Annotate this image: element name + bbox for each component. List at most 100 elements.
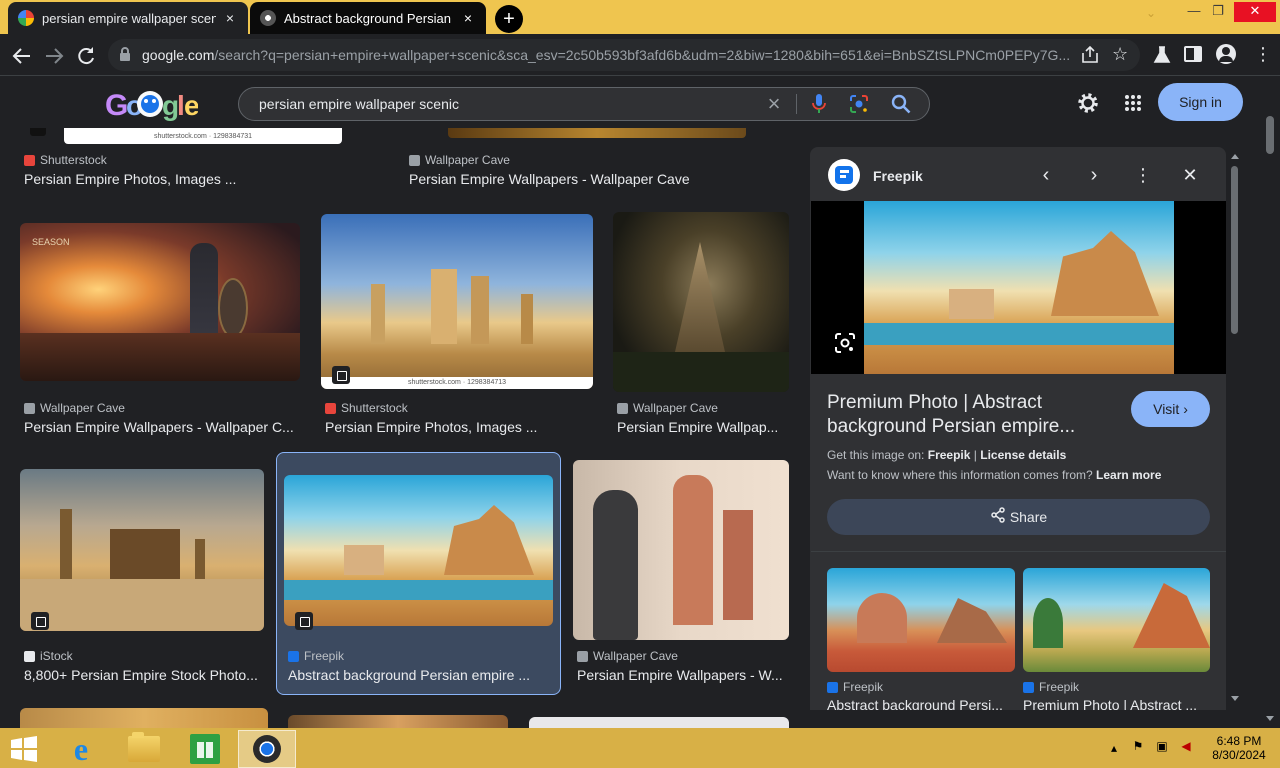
search-magnifier-icon[interactable] (890, 93, 912, 115)
google-doodle-logo[interactable]: G o g l e (104, 86, 200, 122)
tab-active[interactable]: Abstract background Persian empire × (250, 2, 486, 34)
more-options-icon[interactable]: ⋮ (1134, 164, 1152, 186)
globe-favicon-icon (260, 10, 276, 26)
freepik-logo-icon (828, 159, 860, 191)
wallpapercave-favicon-icon (577, 650, 588, 662)
file-explorer-icon[interactable] (128, 732, 160, 762)
result-image-freepik-selected[interactable] (284, 475, 553, 626)
related-title[interactable]: Abstract background Persi... (827, 697, 1017, 710)
lens-camera-icon[interactable] (848, 93, 870, 115)
image-badge-icon (332, 366, 350, 384)
close-panel-icon[interactable]: ✕ (1180, 164, 1200, 186)
shutterstock-favicon-icon (24, 154, 35, 166)
result-title[interactable]: 8,800+ Persian Empire Stock Photo... (24, 667, 268, 683)
panel-divider (811, 551, 1226, 552)
image-credit: shutterstock.com · 1298384713 (321, 377, 593, 389)
settings-gear-icon[interactable] (1076, 91, 1100, 115)
maximize-button[interactable]: ❐ (1200, 2, 1236, 22)
forward-arrow-icon[interactable] (42, 44, 66, 68)
clear-search-icon[interactable]: × (764, 92, 784, 116)
next-chevron-icon[interactable]: › (1084, 164, 1104, 186)
result-source: Shutterstock (24, 153, 107, 167)
get-image-source-link[interactable]: Freepik (928, 448, 971, 462)
wallpapercave-favicon-icon (24, 402, 35, 414)
result-image-row4-2[interactable] (288, 715, 508, 728)
page-scrollbar[interactable] (1262, 112, 1278, 730)
apps-grid-icon[interactable] (1124, 94, 1142, 112)
result-title[interactable]: Persian Empire Wallpapers - Wallpaper C.… (24, 419, 304, 435)
svg-text:e: e (184, 90, 198, 121)
tray-expand-icon[interactable]: ▴ (1108, 741, 1120, 755)
image-badge-icon (31, 612, 49, 630)
google-favicon-icon (18, 10, 34, 26)
result-title[interactable]: Persian Empire Wallpap... (617, 419, 787, 435)
share-icon (990, 500, 1006, 536)
know-where-text: Want to know where this information come… (827, 468, 1093, 482)
result-image-wallpapercave-top[interactable] (448, 128, 746, 138)
result-image-warrior-sunset[interactable]: SEASON (20, 223, 300, 381)
related-image-2[interactable] (1023, 568, 1210, 672)
panel-title[interactable]: Premium Photo | Abstract background Pers… (827, 391, 1117, 439)
windows-start-icon[interactable] (10, 736, 38, 762)
profile-avatar-icon[interactable] (1216, 44, 1236, 64)
tab-search[interactable]: persian empire wallpaper scenic × (8, 2, 248, 34)
tab-search-chevron-icon[interactable]: ⌄ (1146, 6, 1162, 22)
wallpapercave-favicon-icon (409, 154, 420, 166)
url-text[interactable]: google.com/search?q=persian+empire+wallp… (142, 47, 1072, 63)
store-icon[interactable] (190, 734, 220, 764)
extension-flask-icon[interactable] (1152, 45, 1172, 65)
result-source: Shutterstock (325, 401, 408, 415)
result-title[interactable]: Persian Empire Photos, Images ... (325, 419, 595, 435)
previous-chevron-icon[interactable]: ‹ (1036, 164, 1056, 186)
reload-icon[interactable] (74, 44, 98, 68)
search-input[interactable]: persian empire wallpaper scenic (259, 96, 459, 112)
result-title[interactable]: Persian Empire Wallpapers - Wallpaper Ca… (409, 171, 789, 187)
tab-title: persian empire wallpaper scenic (42, 10, 216, 26)
result-image-warrior-towers[interactable] (573, 460, 789, 640)
learn-more-link[interactable]: Learn more (1096, 468, 1161, 482)
related-image-1[interactable] (827, 568, 1015, 672)
new-tab-button[interactable]: + (495, 5, 523, 33)
menu-kebab-icon[interactable]: ⋮ (1254, 43, 1272, 65)
lens-search-icon[interactable] (834, 332, 856, 354)
visit-button[interactable]: Visit › (1131, 391, 1210, 427)
related-source: Freepik (827, 680, 883, 694)
result-image-istock-ruins[interactable] (20, 469, 264, 631)
result-title[interactable]: Persian Empire Wallpapers - W... (577, 667, 787, 683)
back-arrow-icon[interactable] (10, 44, 34, 68)
action-center-flag-icon[interactable]: ⚑ (1130, 739, 1146, 753)
lock-icon[interactable] (118, 46, 132, 62)
visit-label: Visit (1153, 401, 1180, 417)
volume-muted-icon[interactable]: ◀ (1178, 739, 1194, 753)
close-tab-icon[interactable]: × (460, 10, 476, 26)
result-image-row4-3[interactable] (529, 717, 789, 728)
close-window-button[interactable]: ✕ (1234, 2, 1276, 22)
result-title[interactable]: Persian Empire Photos, Images ... (24, 171, 364, 187)
voice-search-mic-icon[interactable] (810, 93, 828, 115)
preview-image[interactable] (864, 201, 1174, 374)
share-label: Share (1009, 509, 1048, 525)
get-image-line: Get this image on: Freepik | License det… (827, 448, 1066, 462)
related-title[interactable]: Premium Photo | Abstract ... (1023, 697, 1213, 710)
close-tab-icon[interactable]: × (222, 10, 238, 26)
result-image-row4-1[interactable] (20, 708, 268, 728)
tab-title: Abstract background Persian empire (284, 10, 454, 26)
panel-scrollbar[interactable] (1228, 152, 1240, 708)
chrome-taskbar-button[interactable] (238, 730, 296, 768)
internet-explorer-icon[interactable]: e (64, 732, 98, 766)
share-button[interactable]: Share (827, 499, 1210, 535)
svg-text:l: l (177, 90, 184, 121)
result-title[interactable]: Abstract background Persian empire ... (288, 667, 548, 683)
result-image-shutterstock-top[interactable]: shutterstock.com · 1298384731 (64, 128, 342, 144)
image-badge-icon (30, 128, 46, 136)
license-details-link[interactable]: License details (980, 448, 1066, 462)
clock[interactable]: 6:48 PM 8/30/2024 (1204, 734, 1274, 762)
network-icon[interactable]: ▣ (1154, 739, 1170, 753)
sign-in-button[interactable]: Sign in (1158, 83, 1243, 121)
result-image-persepolis-ruins[interactable]: shutterstock.com · 1298384713 (321, 214, 593, 389)
bookmark-star-icon[interactable]: ☆ (1112, 44, 1132, 64)
share-page-icon[interactable] (1080, 45, 1100, 64)
result-image-mountain-castle[interactable] (613, 212, 789, 392)
side-panel-icon[interactable] (1184, 46, 1202, 62)
panel-source-name[interactable]: Freepik (873, 168, 923, 184)
